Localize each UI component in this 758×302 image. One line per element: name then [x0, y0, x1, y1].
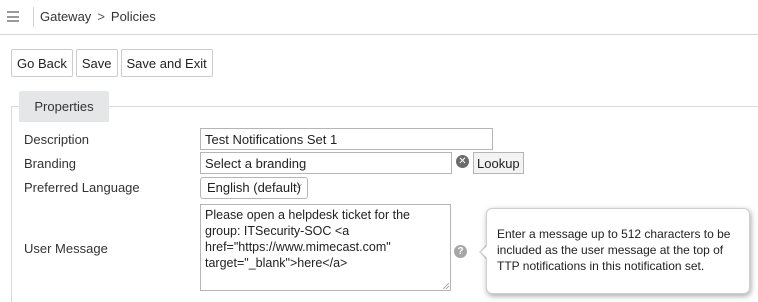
branding-field[interactable] [200, 152, 452, 174]
panel-border-top [11, 106, 758, 107]
preferred-language-select[interactable]: English (default) ⌵ [200, 177, 308, 199]
description-label: Description [24, 132, 90, 147]
top-bar: Gateway > Policies [0, 0, 758, 35]
breadcrumb: Gateway > Policies [40, 9, 156, 24]
breadcrumb-item-policies[interactable]: Policies [111, 9, 156, 24]
resize-handle-icon[interactable] [443, 283, 449, 289]
hamburger-menu-icon[interactable] [7, 11, 19, 22]
panel-border-left [11, 106, 12, 302]
breadcrumb-item-gateway[interactable]: Gateway [40, 9, 91, 24]
user-message-textarea[interactable]: Please open a helpdesk ticket for the gr… [200, 204, 451, 291]
preferred-language-value: English (default) [207, 180, 301, 195]
chevron-down-icon: ⌵ [294, 180, 302, 191]
tooltip-text: Enter a message up to 512 characters to … [497, 227, 731, 273]
help-tooltip: Enter a message up to 512 characters to … [486, 208, 750, 294]
save-and-exit-button[interactable]: Save and Exit [120, 49, 213, 77]
user-message-label: User Message [24, 241, 108, 256]
go-back-button[interactable]: Go Back [11, 49, 73, 77]
header-divider [33, 7, 34, 27]
branding-label: Branding [24, 156, 77, 171]
clear-circle-icon[interactable]: ✕ [456, 155, 469, 168]
tab-properties[interactable]: Properties [19, 91, 109, 122]
breadcrumb-separator: > [97, 9, 105, 24]
save-button[interactable]: Save [75, 49, 118, 77]
action-toolbar: Go Back Save Save and Exit [11, 49, 213, 77]
help-question-icon[interactable]: ? [454, 245, 467, 258]
preferred-language-label: Preferred Language [24, 180, 140, 195]
tooltip-arrow-inner [481, 245, 488, 259]
lookup-button[interactable]: Lookup [473, 152, 524, 174]
description-field[interactable] [200, 128, 493, 150]
